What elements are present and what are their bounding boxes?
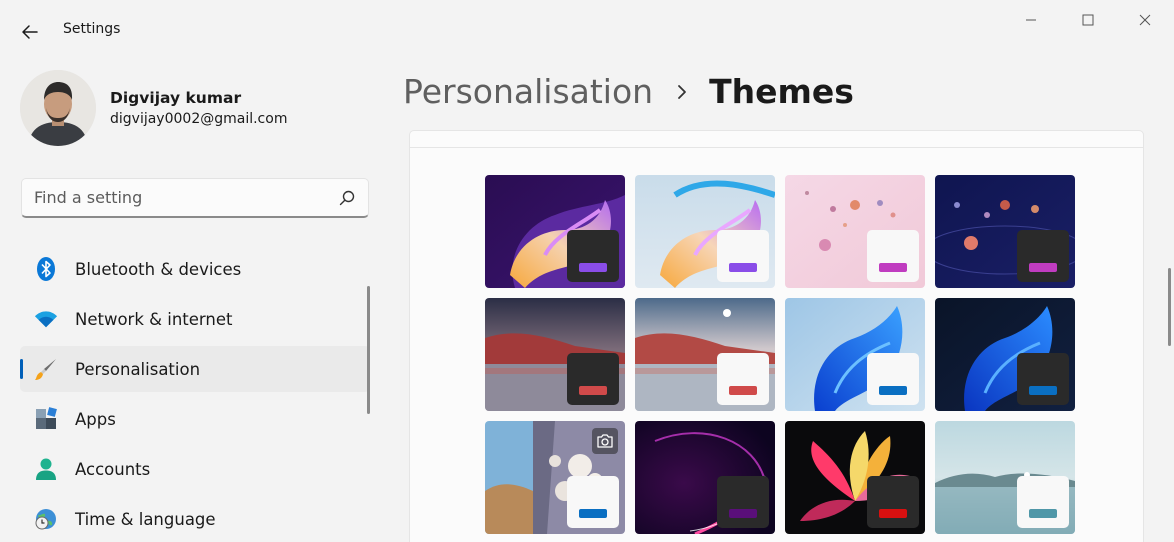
apps-icon: [34, 407, 58, 431]
accent-color-bar: [579, 509, 607, 518]
close-button[interactable]: [1122, 6, 1168, 34]
sidebar-item-accounts[interactable]: Accounts: [20, 446, 370, 492]
theme-swatch: [717, 230, 769, 282]
sidebar-item-apps[interactable]: Apps: [20, 396, 370, 442]
profile-email: digvijay0002@gmail.com: [110, 111, 288, 127]
theme-grid: [485, 175, 1075, 534]
theme-swatch: [867, 353, 919, 405]
theme-swatch: [567, 353, 619, 405]
accent-color-bar: [879, 509, 907, 518]
user-profile[interactable]: Digvijay kumar digvijay0002@gmail.com: [20, 70, 287, 146]
sidebar-item-label: Network & internet: [75, 309, 233, 329]
theme-tile[interactable]: [485, 175, 625, 288]
sidebar-nav: Bluetooth & devices Network & internet P…: [20, 246, 370, 542]
bluetooth-icon: [34, 257, 58, 281]
accent-color-bar: [579, 386, 607, 395]
theme-tile[interactable]: [935, 175, 1075, 288]
theme-tile[interactable]: [485, 298, 625, 411]
theme-tile[interactable]: [635, 298, 775, 411]
page-title: Themes: [709, 72, 854, 111]
back-arrow-icon: [22, 25, 38, 39]
sidebar-item-label: Accounts: [75, 459, 151, 479]
theme-swatch: [1017, 230, 1069, 282]
accent-color-bar: [879, 386, 907, 395]
globe-clock-icon: [34, 507, 58, 531]
camera-icon[interactable]: [592, 428, 618, 454]
sidebar-item-label: Personalisation: [75, 359, 201, 379]
sidebar-scrollbar[interactable]: [367, 286, 370, 414]
theme-swatch: [1017, 353, 1069, 405]
sidebar-item-label: Bluetooth & devices: [75, 259, 242, 279]
theme-tile[interactable]: [935, 421, 1075, 534]
theme-swatch: [717, 476, 769, 528]
theme-tile[interactable]: [785, 175, 925, 288]
title-bar: Settings: [0, 0, 1174, 62]
accent-color-bar: [579, 263, 607, 272]
breadcrumb-parent[interactable]: Personalisation: [403, 72, 653, 111]
chevron-right-icon: [677, 84, 687, 100]
accent-color-bar: [879, 263, 907, 272]
sidebar-item-bluetooth[interactable]: Bluetooth & devices: [20, 246, 370, 292]
sidebar-item-time-language[interactable]: Time & language: [20, 496, 370, 542]
maximize-icon: [1082, 14, 1094, 26]
theme-swatch: [867, 230, 919, 282]
theme-tile[interactable]: [635, 175, 775, 288]
theme-swatch: [717, 353, 769, 405]
divider: [410, 147, 1143, 148]
accent-color-bar: [729, 386, 757, 395]
search-icon[interactable]: [338, 189, 356, 207]
theme-tile[interactable]: [485, 421, 625, 534]
theme-tile[interactable]: [785, 298, 925, 411]
accent-color-bar: [1029, 509, 1057, 518]
minimize-button[interactable]: [1008, 6, 1054, 34]
search-box[interactable]: [21, 178, 369, 218]
app-title: Settings: [63, 21, 121, 37]
themes-panel: [409, 130, 1144, 542]
content-scrollbar[interactable]: [1168, 268, 1171, 346]
accent-color-bar: [729, 263, 757, 272]
search-input[interactable]: [34, 188, 324, 207]
brush-icon: [34, 357, 58, 381]
breadcrumb: Personalisation Themes: [403, 72, 854, 111]
avatar: [20, 70, 96, 146]
wifi-icon: [34, 307, 58, 331]
theme-swatch: [1017, 476, 1069, 528]
theme-tile[interactable]: [935, 298, 1075, 411]
accent-color-bar: [1029, 386, 1057, 395]
sidebar-item-label: Apps: [75, 409, 116, 429]
close-icon: [1139, 14, 1151, 26]
theme-swatch: [867, 476, 919, 528]
user-photo-icon: [20, 70, 96, 146]
profile-name: Digvijay kumar: [110, 89, 242, 107]
theme-swatch: [567, 230, 619, 282]
theme-swatch: [567, 476, 619, 528]
back-button[interactable]: [14, 18, 46, 46]
person-icon: [34, 457, 58, 481]
sidebar-item-network[interactable]: Network & internet: [20, 296, 370, 342]
accent-color-bar: [1029, 263, 1057, 272]
theme-tile[interactable]: [635, 421, 775, 534]
active-indicator: [20, 359, 23, 379]
accent-color-bar: [729, 509, 757, 518]
sidebar-item-label: Time & language: [75, 509, 216, 529]
sidebar-item-personalisation[interactable]: Personalisation: [20, 346, 370, 392]
maximize-button[interactable]: [1065, 6, 1111, 34]
theme-tile[interactable]: [785, 421, 925, 534]
minimize-icon: [1026, 19, 1036, 21]
